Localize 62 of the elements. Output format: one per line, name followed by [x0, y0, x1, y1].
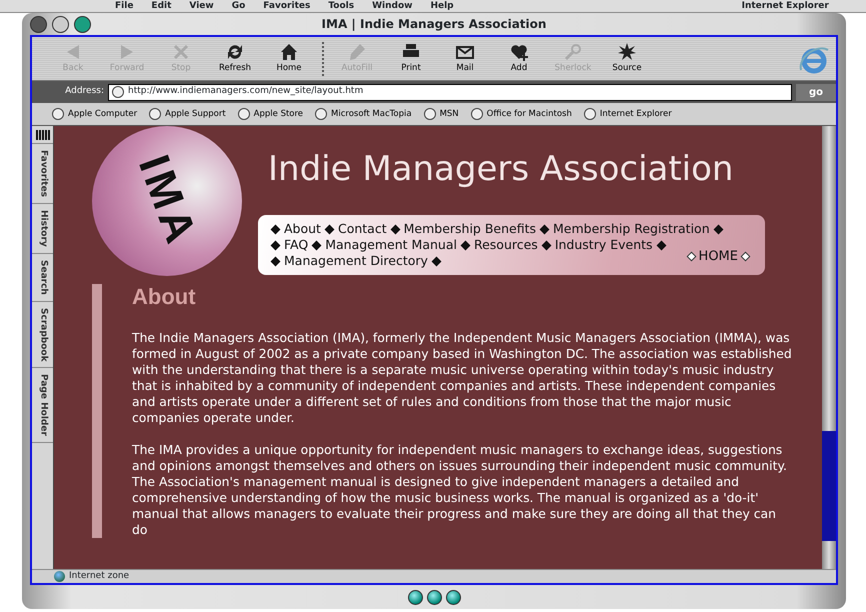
explorer-tab[interactable]: Search	[32, 254, 53, 302]
window-title: IMA | Indie Managers Association	[322, 17, 546, 31]
toolbar-button[interactable]: Mail	[438, 42, 492, 75]
magnifier-icon	[563, 42, 583, 62]
address-label: Address:	[64, 85, 104, 98]
zoom-button[interactable]	[74, 16, 91, 32]
app-name: Internet Explorer	[742, 1, 829, 11]
nav-link[interactable]: FAQ	[284, 237, 308, 253]
globe-icon	[54, 571, 65, 582]
collapse-tab-icon[interactable]	[36, 130, 50, 140]
address-field[interactable]: http://www.indiemanagers.com/new_site/layout.htm	[108, 84, 792, 100]
scroll-thumb[interactable]	[822, 431, 836, 541]
menu-item[interactable]: View	[189, 1, 214, 11]
section-heading: About	[132, 284, 197, 310]
favorite-link[interactable]: Apple Computer	[52, 108, 138, 120]
favorite-link[interactable]: Apple Store	[238, 108, 304, 120]
go-button[interactable]: go	[796, 84, 836, 100]
favorite-link[interactable]: Microsoft MacTopia	[315, 108, 412, 120]
nav-link[interactable]: Management Manual	[325, 237, 457, 253]
favorite-link[interactable]: Apple Support	[149, 108, 226, 120]
menu-item[interactable]: Favorites	[263, 1, 310, 11]
minimize-button[interactable]	[52, 16, 69, 32]
menu-item[interactable]: Window	[372, 1, 412, 11]
scrollbar[interactable]	[822, 126, 836, 569]
explorer-tab[interactable]: Page Holder	[32, 368, 53, 444]
nav-link[interactable]: About	[284, 221, 321, 237]
nav-link[interactable]: Membership Registration	[553, 221, 710, 237]
menu-item[interactable]: Go	[232, 1, 246, 11]
paragraph: The Indie Managers Association (IMA), formerly the Independent Music Managers Association (IMMA), was formed in August of 2002 as a private company based in Washington DC. The association was established with the understanding that there is a separate music universe operating within today's music industry that is inhabited by a community of independent companies and artists. These independent companies and artists operate under a different set of rules and conditions from those that the major music companies operate under.	[132, 330, 792, 426]
home-link[interactable]: HOME	[698, 246, 738, 266]
nav-link[interactable]: Resources	[474, 237, 538, 253]
house-icon	[279, 42, 299, 62]
close-button[interactable]	[30, 16, 47, 32]
favorite-link[interactable]: Office for Macintosh	[470, 108, 572, 120]
nav-link[interactable]: Contact	[338, 221, 387, 237]
nav-link[interactable]: Management Directory	[284, 253, 428, 269]
nav-link[interactable]: Membership Benefits	[404, 221, 536, 237]
toolbar-button[interactable]: Refresh	[208, 42, 262, 75]
favorite-link[interactable]: MSN	[424, 108, 459, 120]
menu-item[interactable]: Help	[430, 1, 454, 11]
paragraph: The IMA provides a unique opportunity for independent music managers to exchange ideas, suggestions and opinions amongst themselves and others on issues surrounding their independent music community. The Association's management manual is designed to give independent managers a detailed and comprehensive understanding of how the music business works. The manual is organized as a 'do-it' manual that allows managers to evaluate their progress and make sure they are doing all that they can do	[132, 442, 788, 538]
site-title: Indie Managers Association	[268, 148, 734, 191]
status-text: Internet zone	[69, 570, 130, 583]
toolbar-button[interactable]: Add	[492, 42, 546, 75]
menu-item[interactable]: File	[115, 1, 134, 11]
round-button[interactable]	[446, 590, 460, 604]
toolbar-button[interactable]: Print	[384, 42, 438, 75]
menu-item[interactable]: Tools	[328, 1, 354, 11]
round-button[interactable]	[408, 590, 422, 604]
toolbar-button[interactable]: Source	[600, 42, 654, 75]
explorer-tab[interactable]: Scrapbook	[32, 302, 53, 368]
round-button[interactable]	[426, 590, 442, 604]
explorer-tab[interactable]: History	[32, 204, 53, 254]
heart-plus-icon	[509, 42, 529, 62]
starburst-icon	[617, 42, 637, 62]
toolbar-button[interactable]: Home	[262, 42, 316, 75]
pen-icon	[347, 42, 367, 62]
nav-link[interactable]: Industry Events	[554, 237, 653, 253]
menu-item[interactable]: Edit	[151, 1, 172, 11]
explorer-tab[interactable]: Favorites	[32, 144, 53, 204]
logo-text: IMA	[128, 148, 206, 254]
favorite-link[interactable]: Internet Explorer	[584, 108, 672, 120]
